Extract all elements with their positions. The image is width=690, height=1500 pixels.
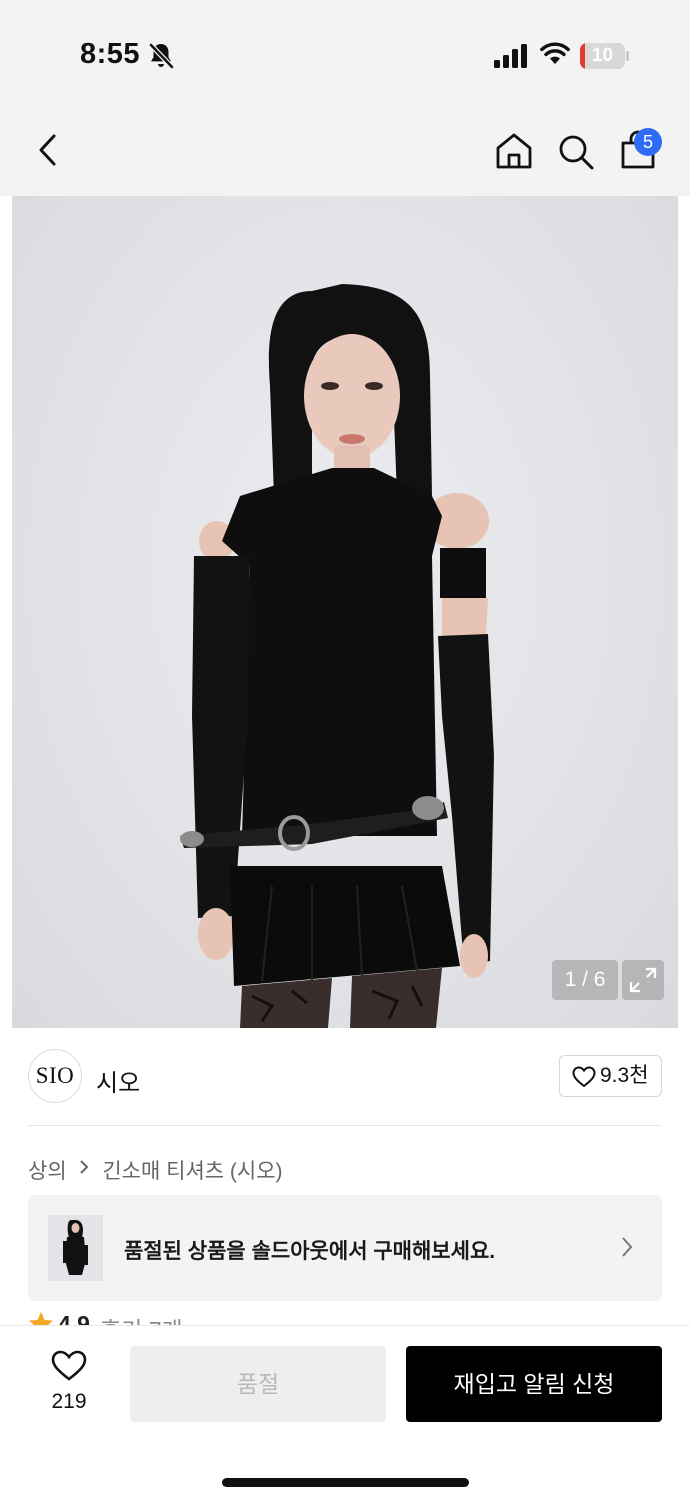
cellular-signal-icon bbox=[494, 44, 527, 68]
home-indicator bbox=[222, 1478, 469, 1487]
expand-icon bbox=[629, 967, 657, 993]
rating-summary[interactable]: 4.9 후기 7개 bbox=[28, 1311, 228, 1325]
brand-like-count: 9.3천 bbox=[600, 1064, 649, 1087]
heart-outline-icon bbox=[51, 1350, 87, 1381]
cart-count-badge: 5 bbox=[634, 128, 662, 156]
brand-row[interactable]: SIO 시오 9.3천 bbox=[0, 1028, 690, 1126]
soldout-banner-text: 품절된 상품을 솔드아웃에서 구매해보세요. bbox=[124, 1240, 496, 1263]
chevron-right-icon bbox=[622, 1237, 633, 1257]
wifi-icon bbox=[540, 42, 570, 64]
battery-level: 10 bbox=[591, 45, 614, 66]
divider bbox=[28, 1125, 662, 1126]
rating-score: 4.9 bbox=[58, 1311, 90, 1325]
image-pager: 1 / 6 bbox=[552, 960, 618, 1000]
brand-name[interactable]: 시오 bbox=[96, 1063, 140, 1098]
status-time: 8:55 bbox=[80, 38, 141, 70]
battery-icon: 10 bbox=[580, 43, 630, 69]
star-icon bbox=[29, 1312, 53, 1325]
expand-button[interactable] bbox=[622, 960, 664, 1000]
wishlist-count: 219 bbox=[51, 1390, 87, 1413]
breadcrumb: 상의 긴소매 티셔츠 (시오) bbox=[28, 1155, 283, 1185]
bottom-action-bar: 219 품절 재입고 알림 신청 bbox=[0, 1325, 690, 1500]
breadcrumb-subcategory[interactable]: 긴소매 티셔츠 (시오) bbox=[102, 1160, 282, 1183]
product-image-gallery[interactable]: 1 / 6 bbox=[12, 196, 678, 1028]
brand-like-button[interactable]: 9.3천 bbox=[559, 1055, 662, 1097]
breadcrumb-category[interactable]: 상의 bbox=[28, 1160, 67, 1183]
home-icon[interactable] bbox=[494, 131, 534, 171]
soldout-button: 품절 bbox=[130, 1346, 386, 1422]
search-icon[interactable] bbox=[556, 132, 596, 172]
bell-slash-icon bbox=[149, 43, 174, 69]
chevron-left-icon[interactable] bbox=[30, 130, 66, 170]
chevron-right-icon bbox=[78, 1158, 90, 1182]
soldout-banner[interactable]: 품절된 상품을 솔드아웃에서 구매해보세요. bbox=[28, 1195, 662, 1301]
status-bar: 8:55 10 bbox=[0, 0, 690, 100]
product-thumbnail bbox=[48, 1215, 103, 1281]
restock-alert-button[interactable]: 재입고 알림 신청 bbox=[406, 1346, 662, 1422]
heart-outline-icon bbox=[572, 1066, 596, 1088]
top-navigation: 5 bbox=[0, 100, 690, 196]
review-count: 후기 7개 bbox=[100, 1311, 183, 1325]
product-photo bbox=[180, 284, 494, 1028]
wishlist-button[interactable]: 219 bbox=[38, 1350, 100, 1420]
brand-logo[interactable]: SIO bbox=[28, 1049, 82, 1103]
